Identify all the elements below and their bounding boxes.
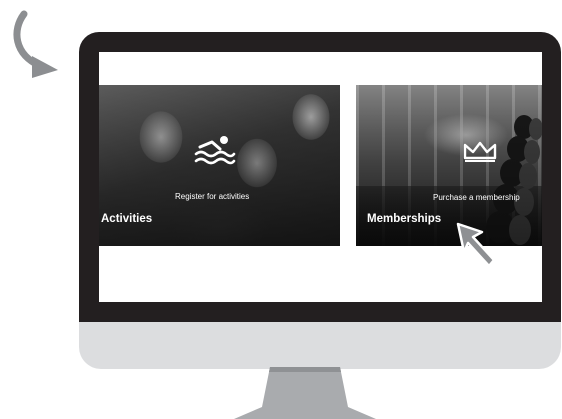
memberships-description: Purchase a membership bbox=[433, 193, 520, 202]
memberships-title: Memberships bbox=[367, 213, 442, 225]
swimmer-icon bbox=[194, 136, 236, 165]
activities-title: Activities bbox=[101, 213, 153, 225]
mouse-cursor-icon bbox=[456, 222, 496, 268]
monitor-stand bbox=[234, 367, 376, 419]
monitor-chin bbox=[79, 322, 561, 369]
activities-tile[interactable]: Register for activities Activities bbox=[99, 85, 340, 246]
activities-description: Register for activities bbox=[175, 192, 250, 201]
curved-arrow-icon bbox=[13, 10, 58, 78]
memberships-tile[interactable]: Purchase a membership Memberships bbox=[356, 85, 542, 246]
crown-icon bbox=[463, 141, 497, 162]
